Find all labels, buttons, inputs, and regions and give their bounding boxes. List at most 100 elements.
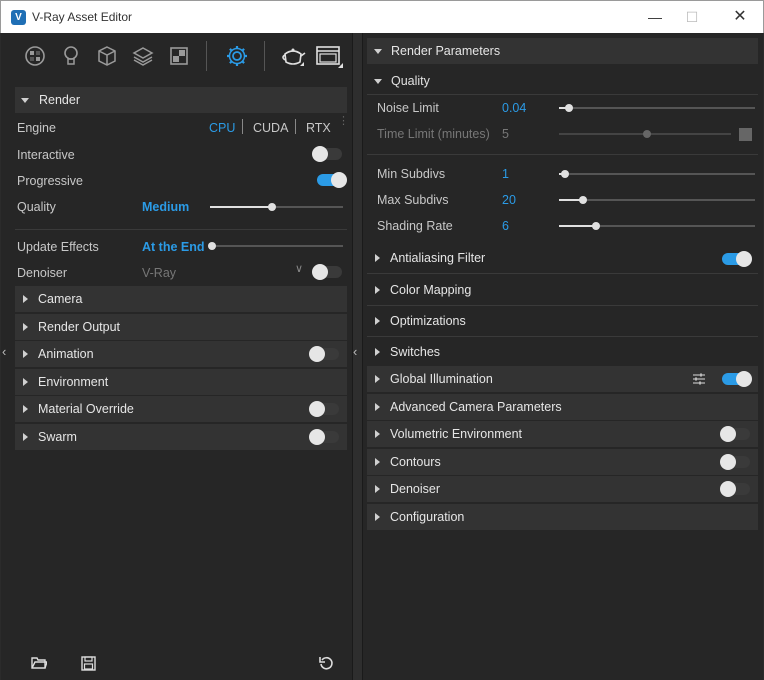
section-animation[interactable]: Animation [15, 341, 347, 367]
expand-arrow-icon [374, 48, 382, 54]
quality-value[interactable]: Medium [142, 200, 189, 214]
engine-cpu-option[interactable]: CPU [209, 121, 235, 135]
slider-thumb[interactable] [592, 222, 601, 230]
collapse-arrow-icon [375, 375, 380, 383]
textures-icon[interactable] [165, 42, 193, 70]
divider [367, 94, 758, 95]
toolbar-separator [206, 41, 207, 71]
engine-cuda-option[interactable]: CUDA [253, 121, 288, 135]
materials-icon[interactable] [21, 42, 49, 70]
contours-toggle[interactable] [720, 454, 750, 470]
section-denoiser[interactable]: Denoiser [367, 476, 758, 502]
animation-toggle[interactable] [309, 346, 339, 362]
section-title: Switches [390, 345, 441, 359]
update-effects-slider[interactable] [208, 242, 343, 250]
min-subdivs-value[interactable]: 1 [502, 167, 509, 181]
divider [367, 305, 758, 306]
section-title: Camera [38, 292, 83, 306]
max-subdivs-slider[interactable] [559, 196, 755, 204]
section-volumetric-environment[interactable]: Volumetric Environment [367, 421, 758, 447]
collapse-arrow-icon [23, 405, 28, 413]
quality-label: Quality [17, 200, 56, 214]
noise-limit-label: Noise Limit [377, 101, 439, 115]
time-limit-label: Time Limit (minutes) [377, 127, 490, 141]
max-subdivs-value[interactable]: 20 [502, 193, 516, 207]
section-title: Configuration [390, 510, 465, 524]
layers-icon[interactable] [129, 42, 157, 70]
reset-icon[interactable] [319, 656, 334, 674]
progressive-toggle[interactable] [317, 172, 347, 188]
denoiser-toggle[interactable] [312, 264, 342, 280]
chevron-down-icon[interactable]: ∨ [295, 262, 303, 275]
section-color-mapping[interactable]: Color Mapping [367, 278, 758, 302]
section-optimizations[interactable]: Optimizations [367, 309, 758, 333]
geometry-icon[interactable] [93, 42, 121, 70]
collapse-arrow-icon [375, 254, 380, 262]
section-camera[interactable]: Camera [15, 286, 347, 312]
collapse-left-icon[interactable]: ‹ [2, 344, 6, 359]
section-switches[interactable]: Switches [367, 340, 758, 364]
quality-subsection-header[interactable]: Quality [367, 70, 758, 92]
render-teapot-icon[interactable] [279, 42, 307, 70]
frame-buffer-icon[interactable] [315, 42, 343, 70]
vray-app-icon: V [11, 10, 26, 25]
section-configuration[interactable]: Configuration [367, 504, 758, 530]
collapse-arrow-icon [375, 458, 380, 466]
quality-slider[interactable] [210, 203, 343, 211]
toggle-knob [720, 426, 736, 442]
noise-limit-slider[interactable] [559, 104, 755, 112]
update-effects-label: Update Effects [17, 240, 99, 254]
update-effects-value[interactable]: At the End [142, 240, 205, 254]
engine-more-icon[interactable]: ⋮ [338, 116, 349, 127]
render-section-header[interactable]: Render [15, 87, 347, 113]
volumetric-environment-toggle[interactable] [720, 426, 750, 442]
engine-rtx-option[interactable]: RTX [306, 121, 331, 135]
section-title: Contours [390, 455, 441, 469]
section-title: Advanced Camera Parameters [390, 400, 562, 414]
antialiasing-filter-toggle[interactable] [722, 251, 752, 267]
section-swarm[interactable]: Swarm [15, 424, 347, 450]
save-icon[interactable] [81, 656, 96, 674]
denoiser-label: Denoiser [17, 266, 68, 280]
min-subdivs-slider[interactable] [559, 170, 755, 178]
time-limit-checkbox[interactable] [739, 128, 752, 141]
denoiser-select[interactable]: V-Ray [142, 266, 176, 280]
shading-rate-value[interactable]: 6 [502, 219, 509, 233]
swarm-toggle[interactable] [309, 429, 339, 445]
shading-rate-slider[interactable] [559, 222, 755, 230]
global-illumination-toggle[interactable] [722, 371, 752, 387]
denoiser-toggle[interactable] [720, 481, 750, 497]
section-material-override[interactable]: Material Override [15, 396, 347, 422]
slider-thumb[interactable] [564, 104, 573, 112]
slider-fill [559, 199, 581, 201]
render-parameters-header[interactable]: Render Parameters [367, 38, 758, 64]
open-folder-icon[interactable] [31, 656, 48, 673]
section-environment[interactable]: Environment [15, 369, 347, 395]
collapse-right-icon[interactable]: ‹ [353, 344, 357, 359]
noise-limit-value[interactable]: 0.04 [502, 101, 526, 115]
slider-thumb[interactable] [208, 242, 216, 250]
material-override-toggle[interactable] [309, 401, 339, 417]
render-section-title: Render [39, 93, 80, 107]
collapse-arrow-icon [375, 513, 380, 521]
slider-thumb[interactable] [560, 170, 569, 178]
section-antialiasing-filter[interactable]: Antialiasing Filter [367, 246, 758, 270]
collapse-arrow-icon [375, 348, 380, 356]
maximize-button[interactable]: ☐ [670, 5, 714, 29]
section-render-output[interactable]: Render Output [15, 314, 347, 340]
collapse-arrow-icon [375, 485, 380, 493]
toggle-knob [736, 371, 752, 387]
slider-thumb[interactable] [267, 203, 276, 211]
interactive-toggle[interactable] [312, 146, 342, 162]
title-bar: V V-Ray Asset Editor — ☐ ✕ [0, 0, 764, 33]
section-title: Optimizations [390, 314, 466, 328]
section-contours[interactable]: Contours [367, 449, 758, 475]
lights-icon[interactable] [57, 42, 85, 70]
collapse-arrow-icon [375, 403, 380, 411]
sliders-settings-icon[interactable] [692, 372, 706, 389]
section-title: Animation [38, 347, 94, 361]
section-advanced-camera-parameters[interactable]: Advanced Camera Parameters [367, 394, 758, 420]
slider-thumb[interactable] [578, 196, 587, 204]
close-button[interactable]: ✕ [718, 5, 762, 29]
settings-icon[interactable] [223, 42, 251, 70]
